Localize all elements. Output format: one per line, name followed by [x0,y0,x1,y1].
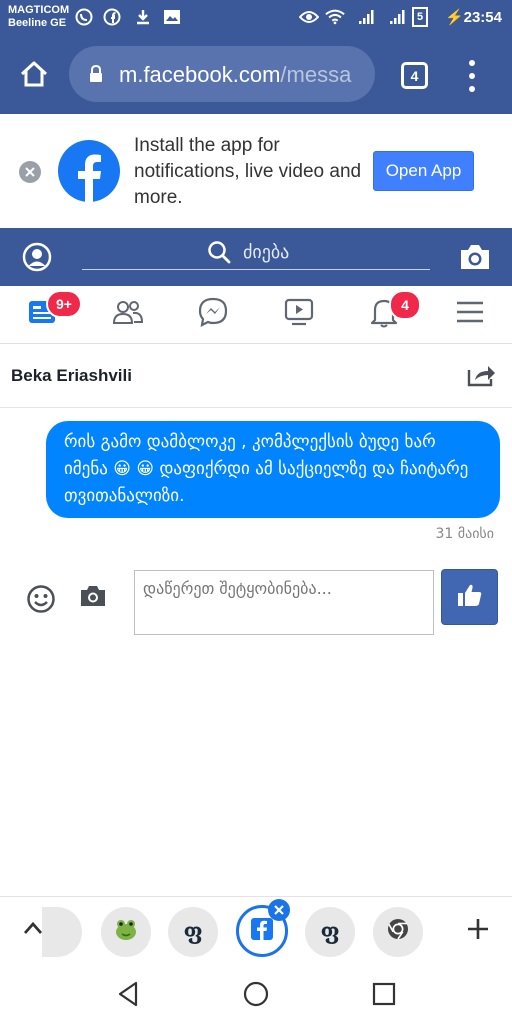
search-placeholder: ძიება [243,242,290,263]
profile-icon[interactable] [22,242,52,276]
lock-icon [89,64,103,87]
notifications-badge: 4 [389,290,421,320]
emoji-icon[interactable] [26,584,56,618]
plus-icon[interactable] [465,916,491,946]
message-date: 31 მაისი [435,526,495,542]
carrier-secondary: Beeline GE [8,17,67,29]
feed-badge: 9+ [46,290,82,318]
camera-icon[interactable] [459,243,491,275]
install-app-banner: Install the app for notifications, live … [0,114,512,228]
main-nav: 9+ 4 [0,286,512,344]
search-icon [207,240,231,268]
friends-icon [112,298,144,330]
screen: MAGTICOM Beeline GE 5 ⚡23:54 m.facebook.… [0,0,512,1024]
nav-friends[interactable] [110,298,146,330]
time-label: 23:54 [463,9,502,26]
battery-icon: 5 [412,7,428,27]
url-path: /messa [280,62,352,87]
tab-site-1[interactable]: ფ [168,907,218,957]
back-icon[interactable] [116,980,140,1012]
share-icon[interactable] [466,362,496,392]
frog-icon [113,916,139,948]
tab-game[interactable] [101,907,151,957]
nav-messenger[interactable] [195,296,231,332]
tab-site-2[interactable]: ფ [305,907,355,957]
signal-1-icon [357,7,377,27]
message-input[interactable] [134,570,434,635]
viber-icon [74,7,94,27]
url-bar[interactable]: m.facebook.com/messa [69,46,375,102]
url-text: m.facebook.com/messa [119,62,369,88]
nav-menu[interactable] [452,298,488,330]
tab-switcher-strip: ფ ფ [0,896,512,964]
close-tab-icon[interactable] [268,899,290,921]
watch-icon [283,297,315,331]
conversation-title[interactable]: Beka Eriashvili [11,366,132,386]
hamburger-icon [456,300,484,328]
tab-partial[interactable] [42,907,82,957]
facebook-notif-icon [102,7,122,27]
camera-icon[interactable] [80,585,106,611]
nav-watch[interactable] [281,298,317,330]
like-button[interactable] [441,569,498,625]
chrome-icon [387,918,409,946]
messenger-icon [197,296,229,332]
thumbs-up-icon [457,582,483,612]
status-bar: MAGTICOM Beeline GE 5 ⚡23:54 [0,0,512,36]
home-icon[interactable] [18,58,50,90]
tabs-count-button[interactable]: 4 [401,62,428,89]
message-bubble: რის გამო დამბლოკე , კომპლექსის ბუდე ხარ … [46,421,500,518]
carrier-primary: MAGTICOM [8,4,70,16]
close-icon[interactable] [19,161,41,183]
search-field[interactable]: ძიება [82,236,430,270]
tab-chrome[interactable] [373,907,423,957]
wifi-icon [325,7,345,27]
chevron-up-icon[interactable] [23,920,43,939]
clock: ⚡23:54 [445,8,502,26]
browser-toolbar: m.facebook.com/messa 4 [0,36,512,114]
menu-dots-icon[interactable] [466,60,478,92]
facebook-header: ძიება [0,228,512,286]
charging-icon: ⚡ [444,9,464,26]
signal-2-icon [388,7,408,27]
image-icon [162,7,182,27]
open-app-button[interactable]: Open App [373,151,474,191]
facebook-tab-icon [251,918,273,944]
carrier-info: MAGTICOM Beeline GE [8,4,69,30]
url-domain: m.facebook.com [119,62,281,87]
facebook-logo-icon [57,139,121,203]
conversation-header: Beka Eriashvili [0,344,512,408]
download-icon [133,7,153,27]
install-message: Install the app for notifications, live … [134,135,362,208]
eye-icon [299,7,319,27]
home-circle-icon[interactable] [243,981,269,1011]
recents-icon[interactable] [372,982,396,1010]
system-nav-bar [0,964,512,1024]
